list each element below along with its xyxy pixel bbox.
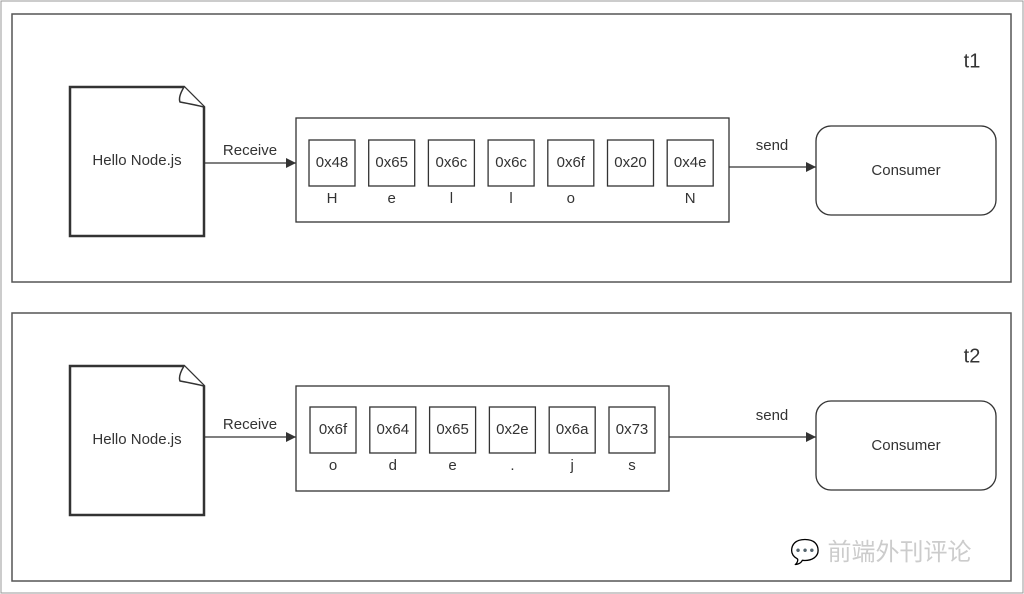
consumer-label: Consumer: [871, 437, 940, 454]
byte-char: .: [510, 457, 514, 474]
byte-hex: 0x6a: [556, 421, 589, 438]
byte-char: j: [570, 457, 574, 474]
byte-hex: 0x6f: [319, 421, 348, 438]
byte-hex: 0x64: [377, 421, 410, 438]
byte-char: H: [327, 190, 338, 207]
byte-hex: 0x4e: [674, 154, 707, 171]
byte-hex: 0x73: [616, 421, 649, 438]
wechat-icon: 💬: [790, 538, 820, 566]
watermark: 💬 前端外刊评论: [790, 532, 972, 567]
byte-hex: 0x65: [375, 154, 408, 171]
byte-hex: 0x6c: [495, 154, 527, 171]
receive-label: Receive: [223, 416, 277, 433]
byte-char: e: [388, 190, 396, 207]
byte-char: o: [567, 190, 575, 207]
byte-hex: 0x2e: [496, 421, 529, 438]
document-label: Hello Node.js: [92, 152, 181, 169]
time-label: t2: [964, 345, 981, 367]
time-label: t1: [964, 50, 981, 72]
byte-char: o: [329, 457, 337, 474]
byte-char: l: [450, 190, 453, 207]
byte-char: e: [448, 457, 456, 474]
consumer-label: Consumer: [871, 162, 940, 179]
byte-char: N: [685, 190, 696, 207]
watermark-text: 前端外刊评论: [827, 538, 972, 566]
byte-char: l: [509, 190, 512, 207]
send-label: send: [756, 407, 789, 424]
send-label: send: [756, 137, 789, 154]
byte-hex: 0x6f: [557, 154, 586, 171]
panel-t1: t1 Hello Node.js Receive 0x48 H 0x65 e 0x6c l 0x6…: [11, 13, 1012, 283]
diagram: t1 Hello Node.js Receive 0x48 H 0x65 e 0x6c l 0x6…: [0, 0, 1024, 594]
byte-char: s: [628, 457, 636, 474]
byte-hex: 0x48: [316, 154, 349, 171]
byte-hex: 0x65: [436, 421, 469, 438]
byte-char: d: [389, 457, 397, 474]
byte-hex: 0x20: [614, 154, 647, 171]
byte-hex: 0x6c: [436, 154, 468, 171]
document-label: Hello Node.js: [92, 431, 181, 448]
receive-label: Receive: [223, 142, 277, 159]
